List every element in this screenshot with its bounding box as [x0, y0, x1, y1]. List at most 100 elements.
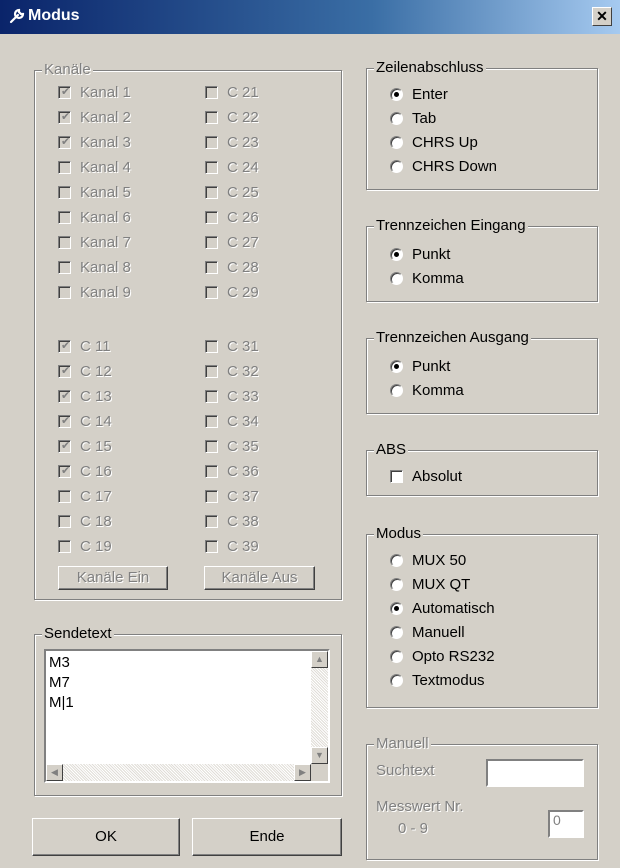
checkbox-box[interactable] — [205, 464, 218, 478]
checkbox-box[interactable] — [58, 260, 71, 274]
kanal-checkbox[interactable]: C 36 — [205, 461, 259, 481]
kanal-checkbox[interactable]: ✔ C 14 — [58, 411, 112, 431]
sendetext-textarea[interactable]: M3 M7 M|1 ▲ ▼ ◀ ▶ — [44, 649, 330, 783]
checkbox-box[interactable] — [205, 414, 218, 428]
checkbox-box[interactable]: ✔ — [58, 135, 71, 149]
kanal-checkbox[interactable]: C 22 — [205, 107, 259, 127]
suchtext-input[interactable] — [486, 759, 584, 787]
modus-radio[interactable]: MUX QT — [390, 574, 470, 594]
checkbox-box[interactable] — [205, 389, 218, 403]
radio-circle[interactable] — [390, 625, 403, 639]
zeilenabschluss-radio[interactable]: CHRS Down — [390, 156, 497, 176]
radio-circle[interactable] — [390, 359, 403, 373]
kanal-checkbox[interactable]: C 26 — [205, 207, 259, 227]
radio-circle[interactable] — [390, 159, 403, 173]
trennzeichen-ausgang-radio[interactable]: Punkt — [390, 356, 450, 376]
checkbox-box[interactable] — [205, 364, 218, 378]
zeilenabschluss-radio[interactable]: CHRS Up — [390, 132, 478, 152]
kanal-checkbox[interactable]: C 23 — [205, 132, 259, 152]
radio-circle[interactable] — [390, 247, 403, 261]
zeilenabschluss-radio[interactable]: Tab — [390, 108, 436, 128]
checkbox-box[interactable]: ✔ — [58, 364, 71, 378]
modus-radio[interactable]: MUX 50 — [390, 550, 466, 570]
kanal-checkbox[interactable]: ✔ C 16 — [58, 461, 112, 481]
kanal-checkbox[interactable]: C 35 — [205, 436, 259, 456]
kanal-checkbox[interactable]: C 31 — [205, 336, 259, 356]
radio-circle[interactable] — [390, 271, 403, 285]
scroll-up-icon[interactable]: ▲ — [311, 651, 328, 668]
kanal-checkbox[interactable]: ✔ Kanal 2 — [58, 107, 131, 127]
radio-circle[interactable] — [390, 649, 403, 663]
checkbox-box[interactable] — [58, 285, 71, 299]
checkbox-box[interactable] — [58, 539, 71, 553]
kanal-checkbox[interactable]: C 32 — [205, 361, 259, 381]
kanaele-ein-button[interactable]: Kanäle Ein — [58, 566, 168, 590]
modus-radio[interactable]: Automatisch — [390, 598, 495, 618]
kanal-checkbox[interactable]: ✔ C 15 — [58, 436, 112, 456]
kanal-checkbox[interactable]: ✔ Kanal 1 — [58, 82, 131, 102]
checkbox-box[interactable] — [205, 160, 218, 174]
checkbox-box[interactable]: ✔ — [58, 110, 71, 124]
checkbox-box[interactable] — [58, 514, 71, 528]
checkbox-box[interactable] — [58, 489, 71, 503]
kanal-checkbox[interactable]: C 21 — [205, 82, 259, 102]
checkbox-box[interactable] — [205, 285, 218, 299]
kanal-checkbox[interactable]: C 17 — [58, 486, 112, 506]
checkbox-box[interactable]: ✔ — [58, 414, 71, 428]
checkbox-box[interactable] — [205, 135, 218, 149]
kanal-checkbox[interactable]: C 37 — [205, 486, 259, 506]
checkbox-box[interactable]: ✔ — [58, 439, 71, 453]
absolut-checkbox[interactable]: Absolut — [390, 466, 462, 486]
kanal-checkbox[interactable]: ✔ C 12 — [58, 361, 112, 381]
checkbox-box[interactable] — [58, 160, 71, 174]
checkbox-box[interactable] — [205, 260, 218, 274]
checkbox-box[interactable] — [58, 235, 71, 249]
radio-circle[interactable] — [390, 111, 403, 125]
trennzeichen-eingang-radio[interactable]: Komma — [390, 268, 464, 288]
checkbox-box[interactable] — [58, 210, 71, 224]
checkbox-box[interactable] — [205, 85, 218, 99]
checkbox-box[interactable] — [205, 439, 218, 453]
vertical-scrollbar[interactable]: ▲ ▼ — [311, 651, 328, 764]
kanal-checkbox[interactable]: C 24 — [205, 157, 259, 177]
messwert-input[interactable]: 0 — [548, 810, 584, 838]
modus-radio[interactable]: Opto RS232 — [390, 646, 495, 666]
radio-circle[interactable] — [390, 577, 403, 591]
checkbox-box[interactable] — [205, 489, 218, 503]
radio-circle[interactable] — [390, 673, 403, 687]
horizontal-scrollbar[interactable]: ◀ ▶ — [46, 764, 311, 781]
close-button[interactable]: ✕ — [592, 7, 612, 26]
kanal-checkbox[interactable]: C 25 — [205, 182, 259, 202]
checkbox-box[interactable]: ✔ — [58, 339, 71, 353]
modus-radio[interactable]: Textmodus — [390, 670, 485, 690]
kanal-checkbox[interactable]: ✔ Kanal 3 — [58, 132, 131, 152]
ende-button[interactable]: Ende — [192, 818, 342, 856]
kanal-checkbox[interactable]: Kanal 8 — [58, 257, 131, 277]
kanal-checkbox[interactable]: C 19 — [58, 536, 112, 556]
checkbox-box[interactable] — [205, 235, 218, 249]
checkbox-box[interactable] — [205, 514, 218, 528]
checkbox-box[interactable]: ✔ — [58, 389, 71, 403]
scroll-down-icon[interactable]: ▼ — [311, 747, 328, 764]
kanal-checkbox[interactable]: C 33 — [205, 386, 259, 406]
checkbox-box[interactable]: ✔ — [58, 85, 71, 99]
kanal-checkbox[interactable]: C 34 — [205, 411, 259, 431]
checkbox-box[interactable] — [205, 339, 218, 353]
checkbox-box[interactable] — [390, 469, 403, 483]
kanal-checkbox[interactable]: C 39 — [205, 536, 259, 556]
radio-circle[interactable] — [390, 135, 403, 149]
checkbox-box[interactable] — [205, 539, 218, 553]
checkbox-box[interactable] — [205, 210, 218, 224]
kanal-checkbox[interactable]: C 27 — [205, 232, 259, 252]
radio-circle[interactable] — [390, 87, 403, 101]
kanal-checkbox[interactable]: C 29 — [205, 282, 259, 302]
zeilenabschluss-radio[interactable]: Enter — [390, 84, 448, 104]
checkbox-box[interactable]: ✔ — [58, 464, 71, 478]
radio-circle[interactable] — [390, 601, 403, 615]
radio-circle[interactable] — [390, 553, 403, 567]
checkbox-box[interactable] — [205, 110, 218, 124]
kanal-checkbox[interactable]: ✔ C 11 — [58, 336, 111, 356]
kanaele-aus-button[interactable]: Kanäle Aus — [204, 566, 315, 590]
kanal-checkbox[interactable]: Kanal 4 — [58, 157, 131, 177]
kanal-checkbox[interactable]: C 38 — [205, 511, 259, 531]
